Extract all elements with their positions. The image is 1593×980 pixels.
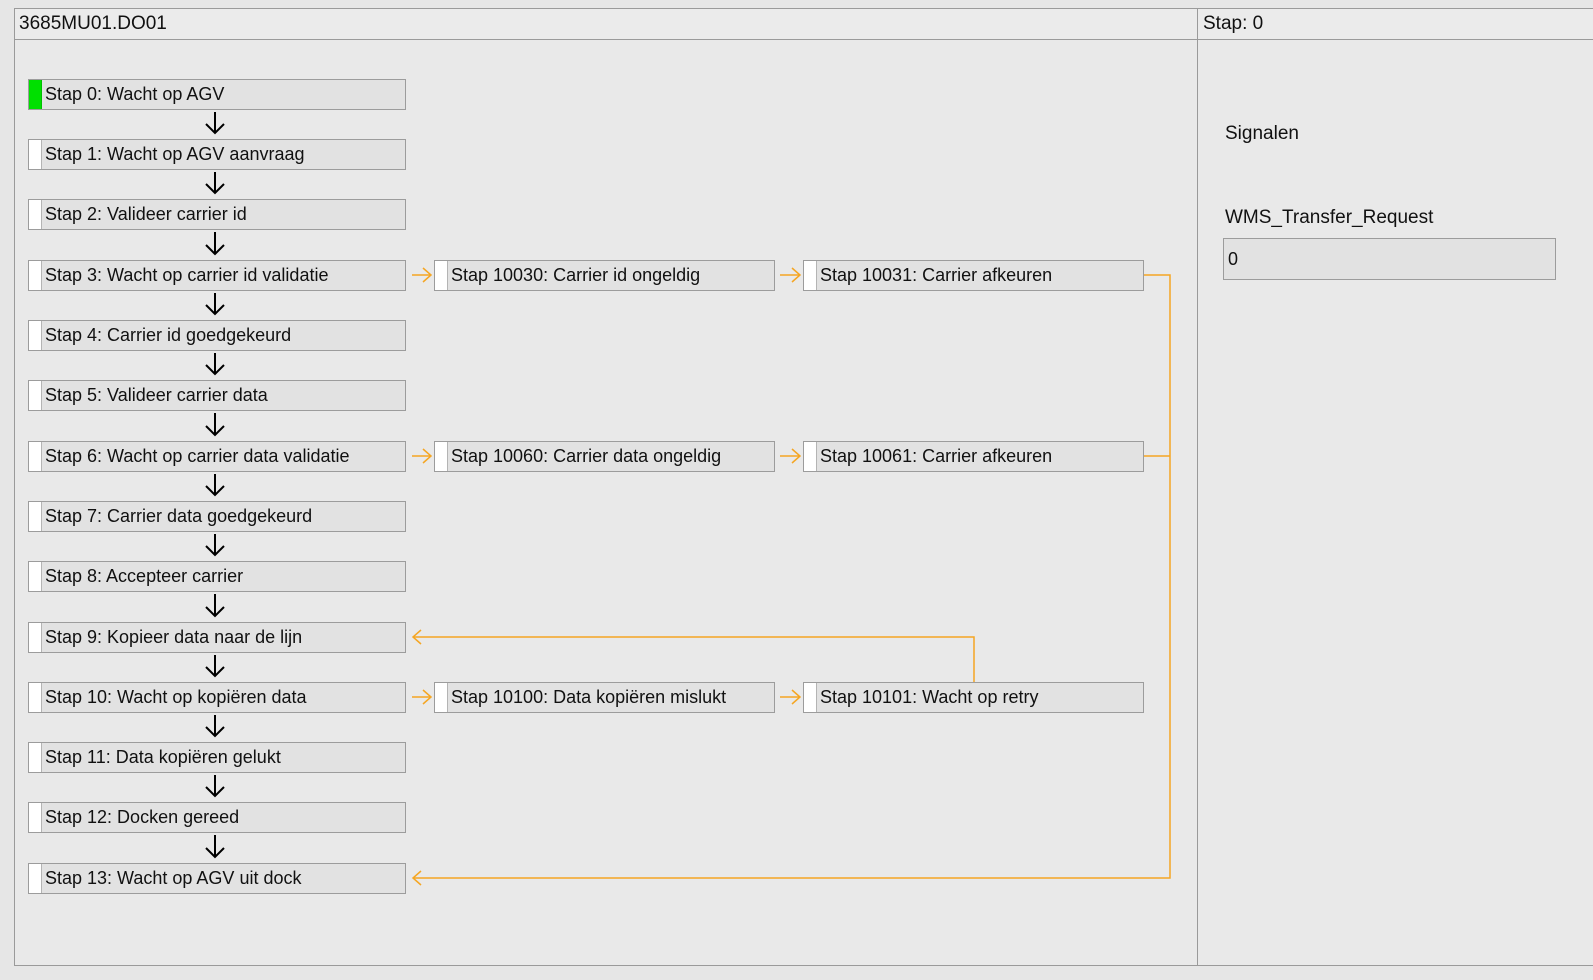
step-label: Stap 10061: Carrier afkeuren xyxy=(820,446,1053,466)
step-10100[interactable]: Stap 10100: Data kopiëren mislukt xyxy=(434,682,775,713)
step-10[interactable]: Stap 10: Wacht op kopiëren data xyxy=(28,682,406,713)
step-13[interactable]: Stap 13: Wacht op AGV uit dock xyxy=(28,863,406,894)
step-status-indicator xyxy=(29,683,42,712)
step-label: Stap 10: Wacht op kopiëren data xyxy=(45,687,307,707)
step-4[interactable]: Stap 4: Carrier id goedgekeurd xyxy=(28,320,406,351)
step-status-indicator xyxy=(29,140,42,169)
step-9[interactable]: Stap 9: Kopieer data naar de lijn xyxy=(28,622,406,653)
step-status-indicator xyxy=(29,502,42,531)
step-11[interactable]: Stap 11: Data kopiëren gelukt xyxy=(28,742,406,773)
step-3[interactable]: Stap 3: Wacht op carrier id validatie xyxy=(28,260,406,291)
step-10061[interactable]: Stap 10061: Carrier afkeuren xyxy=(803,441,1144,472)
step-label: Stap 1: Wacht op AGV aanvraag xyxy=(45,144,305,164)
step-label: Stap 10060: Carrier data ongeldig xyxy=(451,446,722,466)
step-label: Stap 10100: Data kopiëren mislukt xyxy=(451,687,727,707)
step-status-indicator xyxy=(29,200,42,229)
step-7[interactable]: Stap 7: Carrier data goedgekeurd xyxy=(28,501,406,532)
step-label: Stap 10101: Wacht op retry xyxy=(820,687,1039,707)
step-status-indicator xyxy=(804,261,817,290)
step-8[interactable]: Stap 8: Accepteer carrier xyxy=(28,561,406,592)
step-status-indicator xyxy=(29,442,42,471)
step-6[interactable]: Stap 6: Wacht op carrier data validatie xyxy=(28,441,406,472)
step-label: Stap 12: Docken gereed xyxy=(45,807,240,827)
step-label: Stap 7: Carrier data goedgekeurd xyxy=(45,506,313,526)
step-status-indicator xyxy=(435,261,448,290)
step-status-indicator xyxy=(29,381,42,410)
step-5[interactable]: Stap 5: Valideer carrier data xyxy=(28,380,406,411)
step-label: Stap 10031: Carrier afkeuren xyxy=(820,265,1053,285)
step-status-indicator xyxy=(29,623,42,652)
step-status-indicator xyxy=(29,803,42,832)
step-1[interactable]: Stap 1: Wacht op AGV aanvraag xyxy=(28,139,406,170)
step-label: Stap 6: Wacht op carrier data validatie xyxy=(45,446,350,466)
step-label: Stap 5: Valideer carrier data xyxy=(45,385,268,405)
step-status-indicator xyxy=(29,261,42,290)
step-label: Stap 0: Wacht op AGV xyxy=(45,84,225,104)
step-label: Stap 8: Accepteer carrier xyxy=(45,566,244,586)
step-10060[interactable]: Stap 10060: Carrier data ongeldig xyxy=(434,441,775,472)
step-10031[interactable]: Stap 10031: Carrier afkeuren xyxy=(803,260,1144,291)
step-10101[interactable]: Stap 10101: Wacht op retry xyxy=(803,682,1144,713)
step-status-indicator xyxy=(804,683,817,712)
step-10030[interactable]: Stap 10030: Carrier id ongeldig xyxy=(434,260,775,291)
step-status-indicator xyxy=(804,442,817,471)
step-label: Stap 9: Kopieer data naar de lijn xyxy=(45,627,303,647)
step-status-indicator xyxy=(29,321,42,350)
step-label: Stap 4: Carrier id goedgekeurd xyxy=(45,325,292,345)
step-0[interactable]: Stap 0: Wacht op AGV xyxy=(28,79,406,110)
step-status-indicator xyxy=(435,442,448,471)
step-label: Stap 13: Wacht op AGV uit dock xyxy=(45,868,302,888)
step-status-indicator xyxy=(29,80,42,109)
step-label: Stap 11: Data kopiëren gelukt xyxy=(45,747,281,767)
step-status-indicator xyxy=(435,683,448,712)
step-status-indicator xyxy=(29,864,42,893)
step-status-indicator xyxy=(29,562,42,591)
step-2[interactable]: Stap 2: Valideer carrier id xyxy=(28,199,406,230)
step-12[interactable]: Stap 12: Docken gereed xyxy=(28,802,406,833)
step-label: Stap 10030: Carrier id ongeldig xyxy=(451,265,701,285)
step-label: Stap 2: Valideer carrier id xyxy=(45,204,247,224)
step-status-indicator xyxy=(29,743,42,772)
step-label: Stap 3: Wacht op carrier id validatie xyxy=(45,265,329,285)
